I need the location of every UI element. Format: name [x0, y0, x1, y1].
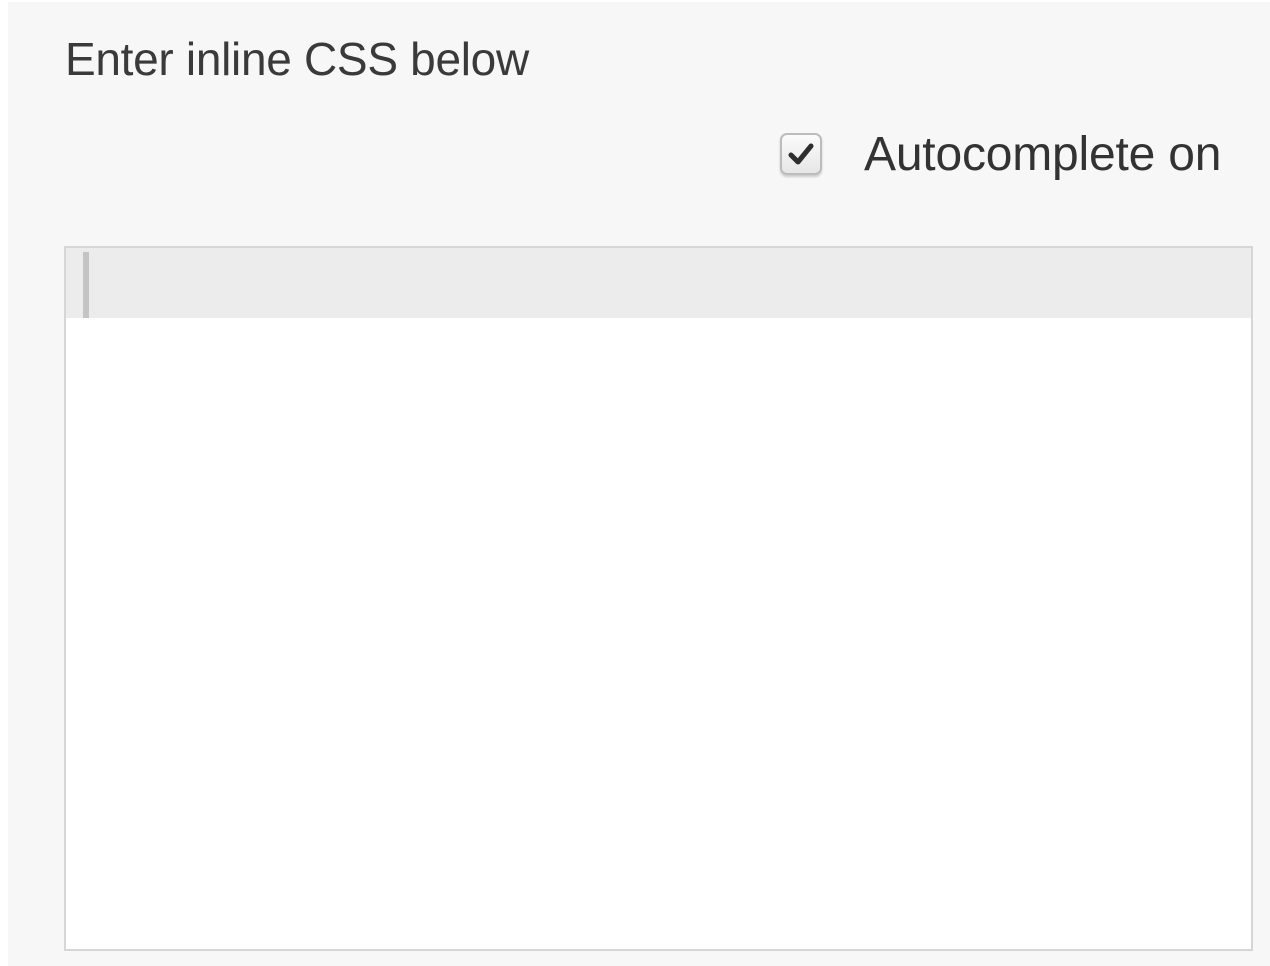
- text-cursor: [83, 252, 89, 318]
- checkmark-icon: [788, 143, 814, 165]
- autocomplete-label: Autocomplete on: [864, 127, 1222, 181]
- active-line-highlight: [66, 248, 1251, 318]
- autocomplete-toggle[interactable]: Autocomplete on: [780, 122, 1221, 186]
- css-editor-panel: Enter inline CSS below Autocomplete on: [8, 2, 1270, 966]
- autocomplete-checkbox[interactable]: [780, 133, 822, 175]
- css-code-editor[interactable]: [64, 246, 1253, 951]
- panel-heading: Enter inline CSS below: [65, 33, 529, 85]
